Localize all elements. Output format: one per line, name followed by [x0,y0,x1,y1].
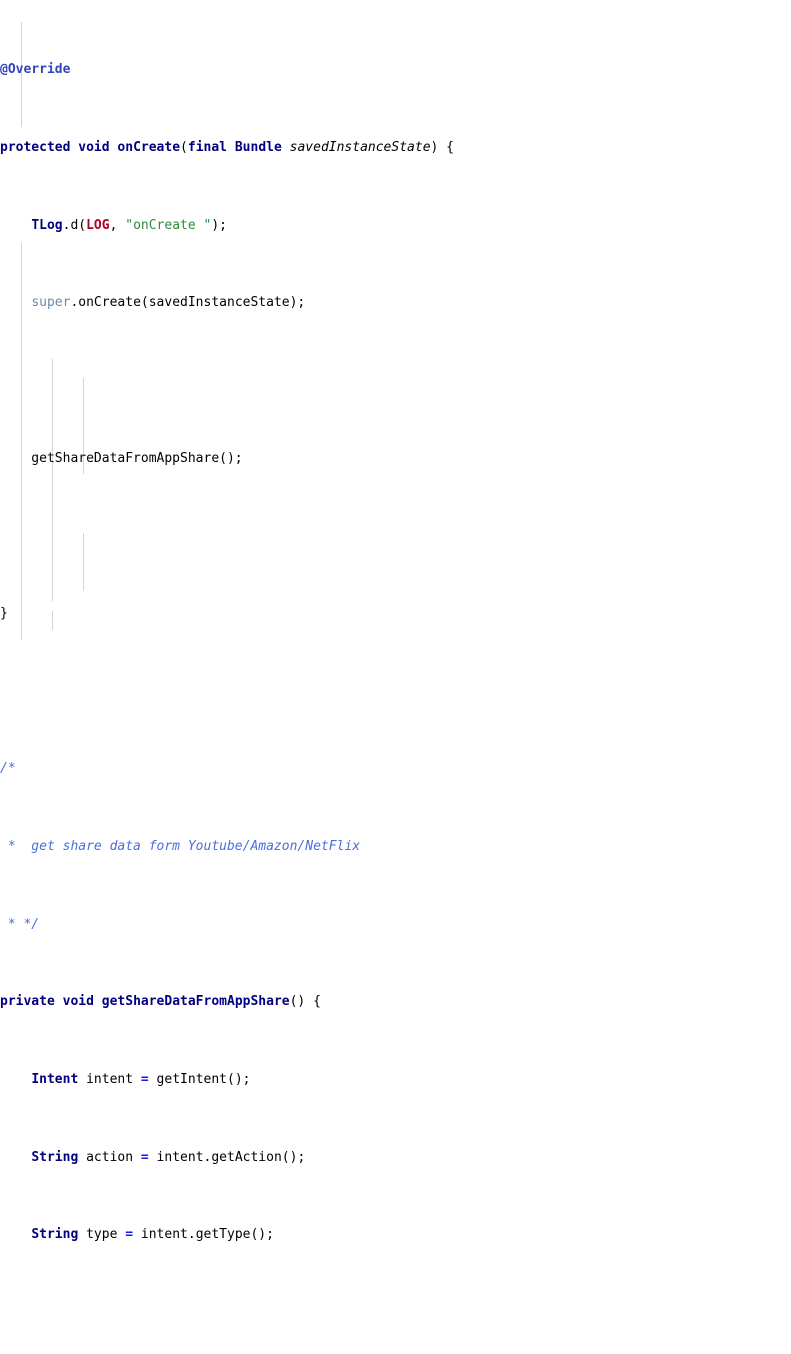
code-line-blank[interactable] [0,371,744,390]
code-line[interactable]: private void getShareDataFromAppShare() … [0,992,744,1011]
annotation-override: @Override [0,62,71,78]
code-line[interactable]: TLog.d(LOG, "onCreate "); [0,216,744,235]
code-editor-canvas: @Override protected void onCreate(final … [0,0,791,1242]
code-line[interactable]: String type = intent.getType(); [0,1225,744,1244]
code-text-layer: @Override protected void onCreate(final … [0,0,744,1354]
code-line-blank[interactable] [0,526,744,545]
code-line[interactable]: protected void onCreate(final Bundle sav… [0,138,744,157]
code-line[interactable]: getShareDataFromAppShare(); [0,449,744,468]
code-line[interactable]: } [0,604,744,623]
code-line[interactable]: Intent intent = getIntent(); [0,1070,744,1089]
code-line[interactable]: /* [0,759,744,778]
code-line[interactable]: super.onCreate(savedInstanceState); [0,293,744,312]
code-line-blank[interactable] [0,682,744,701]
code-line[interactable]: * */ [0,915,744,934]
code-line[interactable]: * get share data form Youtube/Amazon/Net… [0,837,744,856]
code-line-blank[interactable] [0,1303,744,1322]
code-line[interactable]: @Override [0,60,744,79]
code-line[interactable]: String action = intent.getAction(); [0,1148,744,1167]
